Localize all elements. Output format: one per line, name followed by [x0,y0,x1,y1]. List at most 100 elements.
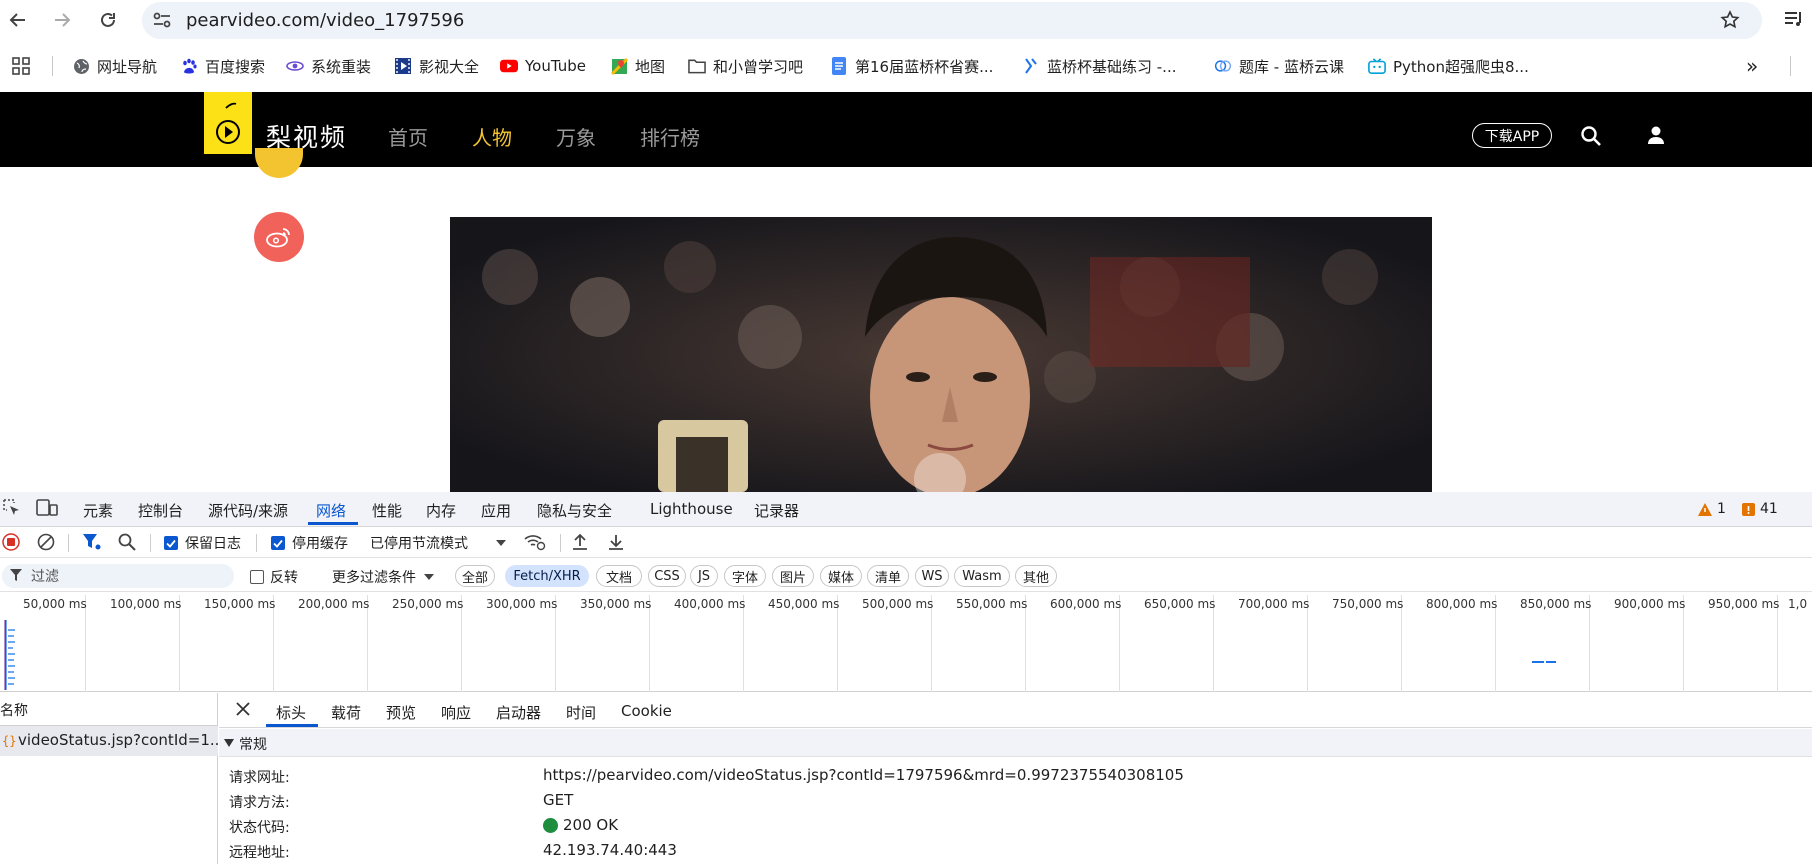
filter-placeholder: 过滤 [31,569,59,585]
tab-performance[interactable]: 性能 [372,500,402,521]
map-icon [610,57,628,75]
inspect-element-icon[interactable] [2,498,22,518]
issues-counter[interactable]: 41 [1742,501,1778,517]
baidu-icon [180,57,198,75]
bookmark-3[interactable]: 影视大全 [394,48,479,84]
share-circle-yellow[interactable] [255,148,303,178]
video-player[interactable] [450,217,1432,492]
cloud-icon [1214,57,1232,75]
tab-application[interactable]: 应用 [481,500,511,521]
bookmark-label: 蓝桥杯基础练习 -... [1047,57,1177,76]
url-text[interactable]: pearvideo.com/video_1797596 [186,10,464,31]
import-har-button[interactable] [572,533,588,551]
bookmark-7[interactable]: 第16届蓝桥杯省赛... [830,48,993,84]
tab-privacy-security[interactable]: 隐私与安全 [537,500,612,521]
timeline-tick-label: 100,000 ms [110,597,182,611]
filter-chip-doc[interactable]: 文档 [596,565,642,587]
download-icon [609,535,623,550]
toolbar-divider [560,534,561,552]
filter-chip-media[interactable]: 媒体 [820,565,862,587]
name-column-header[interactable]: 名称 [0,700,28,720]
detail-tab-cookie[interactable]: Cookie [621,702,672,720]
bookmark-8[interactable]: 蓝桥杯基础练习 -... [1022,48,1177,84]
bookmark-star-icon[interactable] [1720,10,1740,30]
throttling-select[interactable]: 已停用节流模式 [370,533,506,553]
user-icon[interactable] [1646,125,1666,145]
site-info-icon[interactable] [152,11,172,29]
tab-lighthouse[interactable]: Lighthouse [650,500,733,518]
tab-elements[interactable]: 元素 [83,500,113,521]
detail-tab-headers[interactable]: 标头 [276,702,306,723]
filter-chip-ws[interactable]: WS [915,565,949,587]
search-network-button[interactable] [118,533,136,551]
more-filters-dropdown[interactable]: 更多过滤条件 [332,567,434,587]
bookmark-1[interactable]: 百度搜索 [180,48,265,84]
request-method-key: 请求方法: [229,795,290,811]
close-detail-button[interactable] [236,702,250,716]
tab-sources[interactable]: 源代码/来源 [208,500,288,521]
status-code-key: 状态代码: [229,820,290,836]
arrow-right-icon [55,13,71,27]
preserve-log-checkbox[interactable]: 保留日志 [164,533,241,553]
bookmarks-overflow-button[interactable]: » [1746,54,1758,78]
xhr-brace-icon: {} [2,734,17,748]
tab-console[interactable]: 控制台 [138,500,183,521]
site-nav-world[interactable]: 万象 [556,122,596,151]
bookmarks-bar: 网址导航 百度搜索 系统重装 影视大全 YouTube 地图 和小曾学习吧 第1… [0,48,1812,84]
filter-chip-other[interactable]: 其他 [1015,565,1057,587]
detail-tab-payload[interactable]: 载荷 [331,702,361,723]
bookmark-0[interactable]: 网址导航 [72,48,157,84]
weibo-share-button[interactable] [254,212,304,262]
bookmark-label: 系统重装 [311,57,372,76]
forward-button[interactable] [48,6,76,34]
bookmark-2[interactable]: 系统重装 [286,48,371,84]
bookmark-10[interactable]: Python超强爬虫8... [1368,48,1529,84]
site-nav-home[interactable]: 首页 [388,122,428,151]
filter-chip-img[interactable]: 图片 [772,565,814,587]
bookmark-label: 地图 [635,57,666,76]
general-section-header[interactable] [219,729,1812,757]
wifi-settings-icon [524,535,546,551]
search-icon[interactable] [1580,125,1602,147]
filter-chip-all[interactable]: 全部 [455,565,495,587]
detail-tab-response[interactable]: 响应 [441,702,471,723]
back-button[interactable] [4,6,32,34]
warnings-counter[interactable]: 1 [1698,501,1726,517]
detail-tab-timing[interactable]: 时间 [566,702,596,723]
tab-recorder[interactable]: 记录器 [754,500,799,521]
tab-memory[interactable]: 内存 [426,500,456,521]
preserve-log-label: 保留日志 [185,536,241,552]
timeline-tick-label: 50,000 ms [23,597,87,611]
bookmark-5[interactable]: 地图 [610,48,665,84]
filter-chip-css[interactable]: CSS [648,565,686,587]
bookmark-9[interactable]: 题库 - 蓝桥云课 [1214,48,1344,84]
request-name[interactable]: videoStatus.jsp?contId=1... [18,731,224,749]
disable-cache-checkbox[interactable]: 停用缓存 [271,533,348,553]
folder-icon [688,57,706,75]
filter-chip-fetch-xhr[interactable]: Fetch/XHR [505,565,589,587]
invert-checkbox[interactable]: 反转 [250,567,298,587]
detail-tab-preview[interactable]: 预览 [386,702,416,723]
download-app-button[interactable]: 下载APP [1472,123,1552,148]
filter-toggle-button[interactable] [82,533,102,551]
site-nav-rankings[interactable]: 排行榜 [640,122,700,151]
site-nav-people[interactable]: 人物 [472,122,512,151]
bookmark-4[interactable]: YouTube [500,48,586,84]
reading-list-icon[interactable] [1784,10,1804,28]
apps-grid-icon[interactable] [12,57,30,75]
filter-chip-js[interactable]: JS [690,565,718,587]
filter-chip-manifest[interactable]: 清单 [867,565,909,587]
filter-chip-wasm[interactable]: Wasm [954,565,1010,587]
tab-network[interactable]: 网络 [316,500,346,521]
export-har-button[interactable] [608,533,624,551]
network-conditions-button[interactable] [524,533,546,551]
device-toolbar-icon[interactable] [36,498,58,518]
clear-button[interactable] [37,533,55,551]
bookmark-6[interactable]: 和小曾学习吧 [688,48,803,84]
record-button[interactable] [2,533,20,551]
reload-button[interactable] [94,6,122,34]
filter-chip-font[interactable]: 字体 [724,565,766,587]
site-logo[interactable] [204,92,252,154]
detail-tab-initiator[interactable]: 启动器 [496,702,541,723]
pear-play-icon [216,102,240,144]
